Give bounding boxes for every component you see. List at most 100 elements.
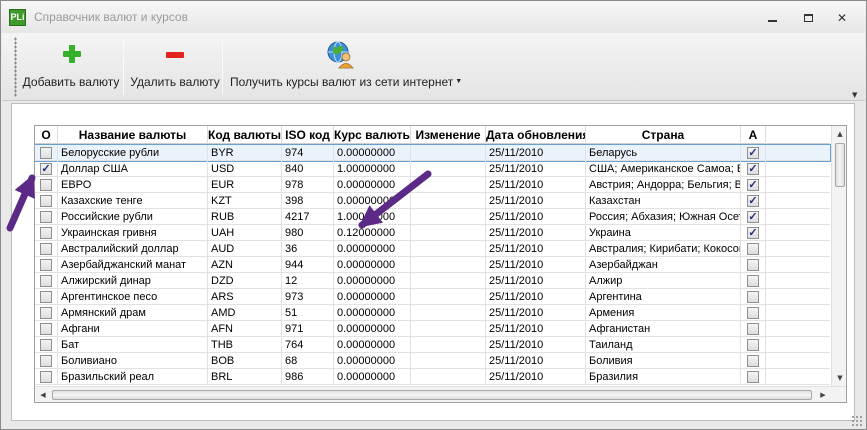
main-currency-checkbox[interactable]: [40, 371, 52, 383]
cell-change[interactable]: [411, 257, 486, 273]
toolbar-grip[interactable]: [14, 37, 17, 97]
cell-code[interactable]: BRL: [208, 369, 282, 385]
horizontal-scrollbar[interactable]: ◀ ▶: [35, 386, 846, 402]
cell-iso[interactable]: 4217: [282, 209, 334, 225]
cell-rate[interactable]: 0.00000000: [334, 193, 411, 209]
cell-code[interactable]: BYR: [208, 145, 282, 161]
active-checkbox[interactable]: [747, 339, 759, 351]
cell-rate[interactable]: 0.00000000: [334, 353, 411, 369]
cell-change[interactable]: [411, 209, 486, 225]
column-header-country[interactable]: Страна: [586, 126, 741, 144]
scroll-right-icon[interactable]: ▶: [815, 387, 831, 402]
active-checkbox[interactable]: [747, 355, 759, 367]
cell-iso[interactable]: 51: [282, 305, 334, 321]
cell-country[interactable]: Украина: [586, 225, 741, 241]
cell-date[interactable]: 25/11/2010: [486, 161, 586, 177]
cell-name[interactable]: Российские рубли: [58, 209, 208, 225]
title-bar[interactable]: PLi Справочник валют и курсов ✕: [1, 1, 866, 33]
main-currency-checkbox[interactable]: [40, 163, 52, 175]
cell-country[interactable]: Боливия: [586, 353, 741, 369]
table-row[interactable]: Австралийский доллар AUD 36 0.00000000 25/11…: [35, 241, 830, 257]
cell-name[interactable]: Австралийский доллар: [58, 241, 208, 257]
column-header-iso[interactable]: ISO код: [282, 126, 334, 144]
column-header-name[interactable]: Название валюты: [58, 126, 208, 144]
toolbar-overflow-icon[interactable]: ▼: [852, 91, 857, 99]
cell-date[interactable]: 25/11/2010: [486, 353, 586, 369]
delete-currency-button[interactable]: Удалить валюту: [130, 39, 220, 95]
cell-country[interactable]: Австралия; Кирибати; Кокосовые: [586, 241, 741, 257]
cell-date[interactable]: 25/11/2010: [486, 273, 586, 289]
table-row[interactable]: Афгани AFN 971 0.00000000 25/11/2010 Афганист…: [35, 321, 830, 337]
cell-country[interactable]: Аргентина: [586, 289, 741, 305]
table-row[interactable]: Украинская гривня UAH 980 0.12000000 25/11/2…: [35, 225, 830, 241]
get-rates-button[interactable]: Получить курсы валют из сети интернет ▼: [230, 39, 462, 95]
cell-date[interactable]: 25/11/2010: [486, 209, 586, 225]
cell-name[interactable]: Аргентинское песо: [58, 289, 208, 305]
main-currency-checkbox[interactable]: [40, 307, 52, 319]
cell-rate[interactable]: 1.00000000: [334, 161, 411, 177]
cell-country[interactable]: Алжир: [586, 273, 741, 289]
cell-code[interactable]: AZN: [208, 257, 282, 273]
cell-date[interactable]: 25/11/2010: [486, 305, 586, 321]
cell-code[interactable]: DZD: [208, 273, 282, 289]
table-row[interactable]: Казахские тенге KZT 398 0.00000000 25/11/201…: [35, 193, 830, 209]
cell-name[interactable]: Бат: [58, 337, 208, 353]
table-row[interactable]: Бат THB 764 0.00000000 25/11/2010 Таиланд: [35, 337, 830, 353]
cell-date[interactable]: 25/11/2010: [486, 145, 586, 161]
cell-date[interactable]: 25/11/2010: [486, 337, 586, 353]
cell-name[interactable]: Украинская гривня: [58, 225, 208, 241]
cell-rate[interactable]: 0.00000000: [334, 145, 411, 161]
cell-code[interactable]: KZT: [208, 193, 282, 209]
cell-name[interactable]: Белорусские рубли: [58, 145, 208, 161]
cell-code[interactable]: RUB: [208, 209, 282, 225]
cell-code[interactable]: UAH: [208, 225, 282, 241]
maximize-button[interactable]: [797, 9, 819, 27]
horizontal-scroll-thumb[interactable]: [52, 390, 812, 400]
main-currency-checkbox[interactable]: [40, 291, 52, 303]
cell-country[interactable]: Беларусь: [586, 145, 741, 161]
cell-iso[interactable]: 840: [282, 161, 334, 177]
table-row[interactable]: Доллар СШАUSD8401.00000000 25/11/2010США;…: [35, 161, 830, 177]
cell-code[interactable]: BOB: [208, 353, 282, 369]
active-checkbox[interactable]: [747, 147, 759, 159]
table-row[interactable]: Белорусские рубли BYR 974 0.00000000 25/11/2…: [35, 144, 831, 162]
main-currency-checkbox[interactable]: [40, 339, 52, 351]
cell-iso[interactable]: 68: [282, 353, 334, 369]
cell-name[interactable]: Бразильский реал: [58, 369, 208, 385]
table-row[interactable]: Российские рубли RUB 4217 1.00000000 25/11/2…: [35, 209, 830, 225]
column-header-change[interactable]: Изменение: [411, 126, 486, 144]
cell-rate[interactable]: 0.00000000: [334, 241, 411, 257]
active-checkbox[interactable]: [747, 291, 759, 303]
cell-date[interactable]: 25/11/2010: [486, 241, 586, 257]
scroll-up-icon[interactable]: ▲: [832, 126, 846, 142]
cell-iso[interactable]: 980: [282, 225, 334, 241]
cell-name[interactable]: Армянский драм: [58, 305, 208, 321]
minimize-button[interactable]: [761, 9, 783, 27]
cell-change[interactable]: [411, 241, 486, 257]
cell-country[interactable]: Австрия; Андорра; Бельгия; Ватикан: [586, 177, 741, 193]
cell-rate[interactable]: 0.00000000: [334, 177, 411, 193]
active-checkbox[interactable]: [747, 275, 759, 287]
cell-country[interactable]: Армения: [586, 305, 741, 321]
table-row[interactable]: Армянский драм AMD 51 0.00000000 25/11/2010 А…: [35, 305, 830, 321]
cell-iso[interactable]: 971: [282, 321, 334, 337]
active-checkbox[interactable]: [747, 371, 759, 383]
table-row[interactable]: Боливиано BOB 68 0.00000000 25/11/2010 Боливи…: [35, 353, 830, 369]
cell-rate[interactable]: 0.00000000: [334, 273, 411, 289]
main-currency-checkbox[interactable]: [40, 275, 52, 287]
cell-change[interactable]: [411, 353, 486, 369]
cell-name[interactable]: Доллар США: [58, 161, 208, 177]
cell-iso[interactable]: 764: [282, 337, 334, 353]
active-checkbox[interactable]: [747, 211, 759, 223]
scroll-left-icon[interactable]: ◀: [35, 387, 51, 402]
scroll-down-icon[interactable]: ▼: [832, 370, 846, 386]
cell-iso[interactable]: 944: [282, 257, 334, 273]
main-currency-checkbox[interactable]: [40, 195, 52, 207]
cell-date[interactable]: 25/11/2010: [486, 177, 586, 193]
column-header-date[interactable]: Дата обновления: [486, 126, 586, 144]
cell-iso[interactable]: 36: [282, 241, 334, 257]
cell-name[interactable]: Афгани: [58, 321, 208, 337]
cell-rate[interactable]: 0.12000000: [334, 225, 411, 241]
cell-change[interactable]: [411, 161, 486, 177]
cell-code[interactable]: AMD: [208, 305, 282, 321]
